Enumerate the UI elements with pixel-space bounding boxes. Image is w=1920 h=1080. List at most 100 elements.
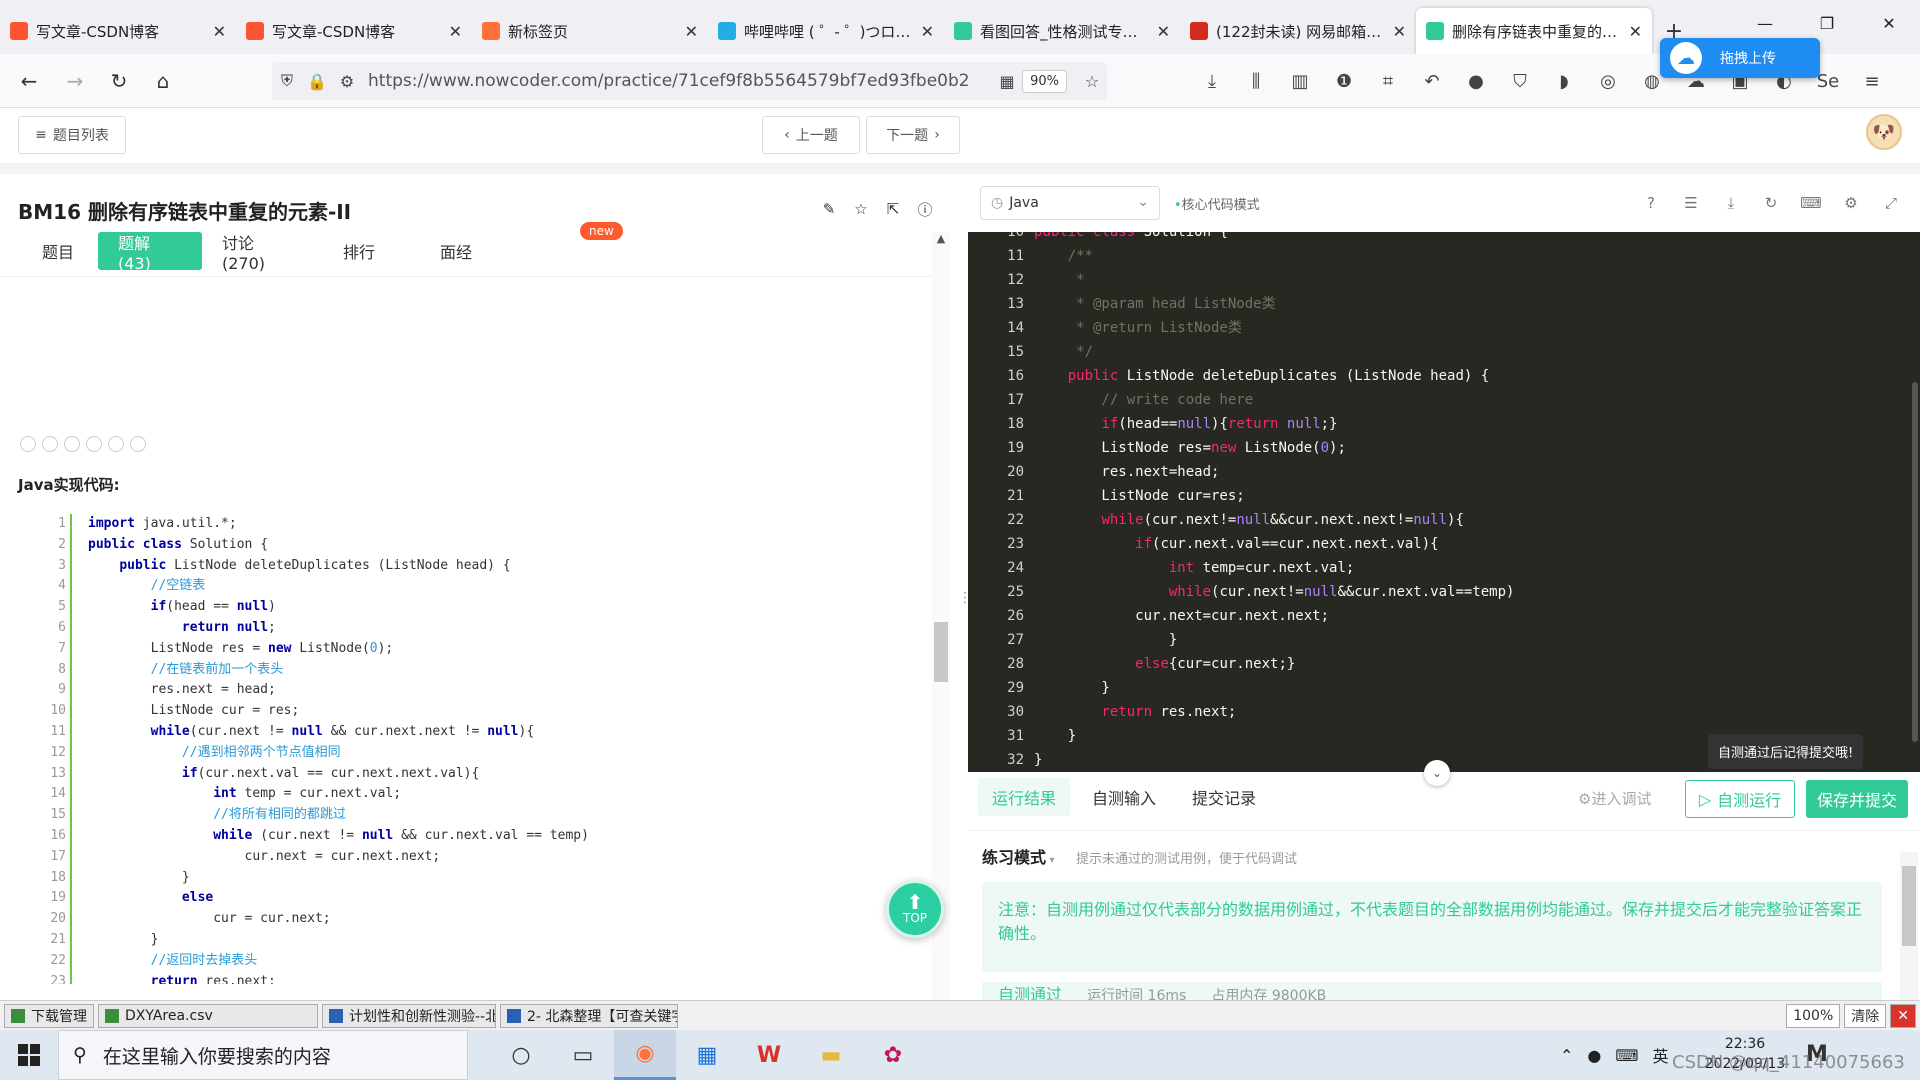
run-button[interactable]: ▷ 自测运行 [1685, 780, 1795, 818]
browser-tab[interactable]: 删除有序链表中重复的元素 ✕ [1416, 8, 1652, 54]
debug-button[interactable]: ⚙进入调试 [1578, 788, 1651, 809]
tray-chevron-icon[interactable]: ⌃ [1560, 1046, 1573, 1065]
browser-tab[interactable]: 写文章-CSDN博客 ✕ [236, 8, 472, 54]
browser-tab[interactable]: 新标签页 ✕ [472, 8, 708, 54]
results-tab-2[interactable]: 提交记录 [1178, 778, 1270, 816]
code-editor[interactable]: 10 public class Solution {11 /** 12 * 13 * … [968, 232, 1920, 772]
crop-icon[interactable]: ⌗ [1376, 66, 1400, 96]
next-problem-button[interactable]: 下一题 › [866, 116, 960, 154]
download-item[interactable]: 下载管理 [4, 1003, 94, 1028]
scrollbar-thumb[interactable] [1902, 866, 1916, 946]
cortana-icon[interactable]: ○ [490, 1030, 552, 1080]
menu-icon[interactable]: ≡ [1860, 66, 1884, 96]
close-tab-icon[interactable]: ✕ [1629, 22, 1642, 41]
tab-1[interactable]: 题解(43) [98, 232, 202, 273]
taskbar-search[interactable]: ⚲ 在这里输入你要搜索的内容 [58, 1030, 468, 1080]
close-icon[interactable]: ✕ [1890, 1004, 1916, 1028]
permissions-icon[interactable]: ⚙ [332, 72, 362, 91]
download-item[interactable]: 计划性和创新性测验--北... [322, 1003, 496, 1028]
practice-mode-toggle[interactable]: 练习模式 ▾ [982, 844, 1055, 868]
tab-2[interactable]: 讨论(270) [202, 232, 312, 273]
share-wechat-icon[interactable] [42, 436, 58, 452]
store-icon[interactable]: ▦ [676, 1030, 738, 1080]
share-more-icon[interactable] [130, 436, 146, 452]
fullscreen-icon[interactable]: ⤢ [1880, 192, 1902, 214]
task-view-icon[interactable]: ▭ [552, 1030, 614, 1080]
scroll-up-icon[interactable]: ▲ [932, 232, 950, 250]
browser-tab[interactable]: (122封未读) 网易邮箱6.0版 ✕ [1180, 8, 1416, 54]
close-tab-icon[interactable]: ✕ [921, 22, 934, 41]
report-icon[interactable]: ⓘ [916, 200, 934, 219]
back-icon[interactable]: ← [14, 66, 44, 96]
wps-icon[interactable]: W [738, 1030, 800, 1080]
library-icon[interactable]: ⫼ [1244, 66, 1268, 96]
shield-extension-icon[interactable]: ⛉ [1508, 66, 1532, 96]
solution-scrollbar[interactable]: ▲ [932, 232, 950, 1000]
browser-tab[interactable]: 看图回答_性格测试专项练习 ✕ [944, 8, 1180, 54]
close-tab-icon[interactable]: ✕ [685, 22, 698, 41]
home-icon[interactable]: ⌂ [148, 66, 178, 96]
sidebar-icon[interactable]: ▥ [1288, 66, 1312, 96]
close-window-icon[interactable]: ✕ [1858, 0, 1920, 46]
shield-icon[interactable]: ⛨ [272, 71, 302, 91]
keyboard-icon[interactable]: ⌨ [1615, 1046, 1638, 1065]
close-tab-icon[interactable]: ✕ [213, 22, 226, 41]
close-tab-icon[interactable]: ✕ [449, 22, 462, 41]
app-icon[interactable]: ✿ [862, 1030, 924, 1080]
extension-color-icon[interactable]: ● [1464, 66, 1488, 96]
tab-4[interactable]: 面经 [406, 232, 506, 270]
extension-1-icon[interactable]: ❶ [1332, 66, 1356, 96]
submit-button[interactable]: 保存并提交 [1806, 780, 1908, 818]
browser-tab[interactable]: 写文章-CSDN博客 ✕ [0, 8, 236, 54]
results-scrollbar[interactable] [1900, 852, 1918, 1000]
edit-icon[interactable]: ✎ [820, 200, 838, 218]
share-icon[interactable]: ⇱ [884, 200, 902, 218]
language-select[interactable]: ◷ Java ⌄ [980, 186, 1160, 220]
list-view-icon[interactable]: ☰ [1680, 192, 1702, 214]
forward-icon[interactable]: → [60, 66, 90, 96]
zoom-percent[interactable]: 100% [1786, 1004, 1841, 1028]
firefox-icon[interactable]: ◉ [614, 1030, 676, 1080]
bookmark-star-icon[interactable]: ☆ [1077, 72, 1107, 91]
zoom-level[interactable]: 90% [1022, 69, 1067, 93]
download-item[interactable]: 2- 北森整理【可查关键字... [500, 1003, 678, 1028]
help-icon[interactable]: ? [1640, 192, 1662, 214]
tab-0[interactable]: 题目 [18, 232, 98, 270]
close-tab-icon[interactable]: ✕ [1157, 22, 1170, 41]
keyboard-icon[interactable]: ⌨ [1800, 192, 1822, 214]
share-weibo-icon[interactable] [20, 436, 36, 452]
editor-scrollbar[interactable] [1912, 382, 1918, 742]
qr-code-icon[interactable]: ▦ [992, 72, 1022, 91]
close-tab-icon[interactable]: ✕ [1393, 22, 1406, 41]
address-bar[interactable]: ⛨ 🔒 ⚙ https://www.nowcoder.com/practice/… [272, 62, 1107, 100]
settings-gear-icon[interactable]: ⚙ [1840, 192, 1862, 214]
file-explorer-icon[interactable]: ▬ [800, 1030, 862, 1080]
reload-icon[interactable]: ↻ [104, 66, 134, 96]
problem-list-button[interactable]: ≡ 题目列表 [18, 116, 126, 154]
browser-tab[interactable]: 哔哩哔哩 ( ゜- ゜)つロ 干杯 ✕ [708, 8, 944, 54]
ime-indicator[interactable]: 英 [1652, 1043, 1668, 1067]
results-tab-0[interactable]: 运行结果 [978, 778, 1071, 816]
extension-ring-icon[interactable]: ◎ [1596, 66, 1620, 96]
clear-button[interactable]: 清除 [1844, 1004, 1887, 1028]
tab-3[interactable]: 排行 [312, 232, 406, 270]
windows-start-icon[interactable] [0, 1030, 58, 1080]
reset-icon[interactable]: ↻ [1760, 192, 1782, 214]
share-copy-icon[interactable] [108, 436, 124, 452]
extension-shield2-icon[interactable]: ◗ [1552, 66, 1576, 96]
download-code-icon[interactable]: ⤓ [1720, 192, 1742, 214]
collapse-chevron-icon[interactable]: ⌄ [1424, 760, 1450, 786]
url-text[interactable]: https://www.nowcoder.com/practice/71cef9… [368, 71, 992, 91]
results-tab-1[interactable]: 自测输入 [1078, 778, 1170, 816]
drag-upload-button[interactable]: ☁ 拖拽上传 [1660, 38, 1820, 78]
back-to-top-button[interactable]: ⬆ TOP [886, 880, 944, 938]
avatar[interactable]: 🐶 [1866, 114, 1902, 150]
share-qzone-icon[interactable] [86, 436, 102, 452]
favorite-star-icon[interactable]: ☆ [852, 200, 870, 218]
scrollbar-thumb[interactable] [934, 622, 948, 682]
undo-icon[interactable]: ↶ [1420, 66, 1444, 96]
share-qq-icon[interactable] [64, 436, 80, 452]
prev-problem-button[interactable]: ‹ 上一题 [762, 116, 860, 154]
download-item[interactable]: DXYArea.csv [98, 1003, 318, 1028]
tray-app-icon[interactable]: ● [1587, 1046, 1601, 1065]
